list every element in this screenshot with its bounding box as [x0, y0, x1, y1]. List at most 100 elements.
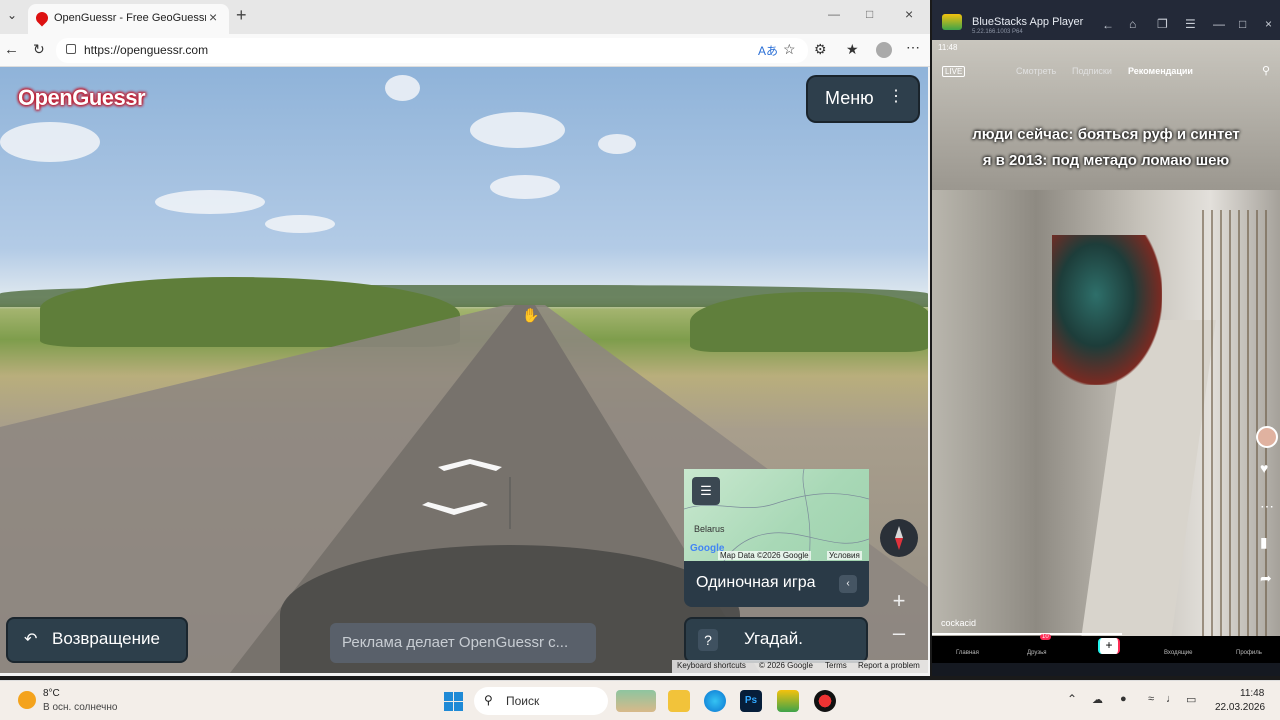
- tiktok-video-screen[interactable]: 11:48 LIVE Смотреть Подписки Рекомендаци…: [932, 40, 1280, 663]
- return-button[interactable]: ↶ Возвращение: [8, 619, 186, 661]
- map-terms-link[interactable]: Условия: [827, 551, 862, 560]
- comment-icon[interactable]: ⋯: [1260, 498, 1274, 515]
- guess-help-icon[interactable]: ?: [698, 629, 718, 651]
- hand-cursor-icon: ✋: [522, 307, 540, 323]
- tab-watch[interactable]: Смотреть: [1016, 66, 1056, 76]
- tab-openguessr[interactable]: OpenGuessr - Free GeoGuessr Alte ×: [28, 4, 229, 34]
- weather-sun-icon[interactable]: [18, 691, 36, 709]
- menu-button[interactable]: Меню ⋮: [808, 77, 918, 121]
- street-view-panorama[interactable]: OpenGuessr Меню ⋮ ✋ ☰ Belarus Google Map…: [0, 67, 928, 673]
- url-field[interactable]: https://openguessr.com Aあ ☆: [56, 38, 808, 63]
- phone-status-time: 11:48: [938, 43, 958, 52]
- photoshop-icon[interactable]: Ps: [740, 690, 762, 712]
- ad-banner[interactable]: Реклама делает OpenGuessr с...: [330, 623, 596, 663]
- video-caption-line-1: люди сейчас: бояться руф и синтет: [972, 126, 1240, 143]
- video-rooster: [1052, 235, 1162, 385]
- move-arrows[interactable]: [420, 459, 520, 529]
- clock-date[interactable]: 22.03.2026: [1215, 702, 1265, 713]
- map-settings-icon[interactable]: ☰: [692, 477, 720, 505]
- bookmark-icon[interactable]: ▮: [1260, 534, 1268, 551]
- windows-start-icon[interactable]: [444, 692, 463, 711]
- bluestacks-version: 5.22.166.1003 P64: [972, 29, 1023, 35]
- red-circle-app-icon[interactable]: [814, 690, 836, 712]
- clock-time[interactable]: 11:48: [1240, 688, 1264, 699]
- google-footer: Keyboard shortcuts © 2026 Google Terms R…: [672, 660, 928, 673]
- nav-profile[interactable]: Профиль: [1236, 650, 1262, 656]
- nav-friends[interactable]: Друзья: [1027, 650, 1046, 656]
- map-country-label: Belarus: [694, 524, 725, 534]
- file-explorer-icon[interactable]: [668, 690, 690, 712]
- video-author[interactable]: cockacid: [941, 618, 976, 628]
- guess-button[interactable]: ? Угадай.: [686, 619, 866, 661]
- guess-minimap[interactable]: ☰ Belarus Google Map Data ©2026 Google У…: [684, 469, 869, 561]
- url-text[interactable]: https://openguessr.com: [84, 43, 208, 57]
- onedrive-icon[interactable]: ☁: [1092, 693, 1103, 706]
- profile-avatar[interactable]: [876, 42, 892, 58]
- back-icon[interactable]: ←: [4, 41, 19, 58]
- bluestacks-app-icon[interactable]: [777, 690, 799, 712]
- volume-icon[interactable]: ♩: [1166, 693, 1177, 705]
- bluestacks-titlebar: BlueStacks App Player 5.22.166.1003 P64 …: [932, 0, 1280, 40]
- window-close-icon[interactable]: ×: [905, 6, 913, 22]
- zoom-in-icon[interactable]: +: [884, 587, 914, 617]
- back-icon[interactable]: ←: [1102, 18, 1114, 32]
- home-icon[interactable]: ⌂: [1129, 17, 1136, 31]
- move-backward-arrow[interactable]: [422, 502, 488, 515]
- widgets-app-icon[interactable]: [616, 690, 656, 712]
- nav-home[interactable]: Главная: [956, 650, 979, 656]
- site-info-icon[interactable]: [66, 44, 76, 54]
- translate-icon[interactable]: Aあ: [758, 42, 778, 59]
- search-icon[interactable]: ⚲: [1262, 64, 1270, 77]
- reload-icon[interactable]: ↻: [33, 41, 45, 58]
- minimize-icon[interactable]: —: [828, 7, 840, 21]
- favorite-star-icon[interactable]: ☆: [783, 41, 796, 58]
- creator-avatar[interactable]: [1256, 426, 1278, 448]
- wifi-icon[interactable]: ≈: [1148, 693, 1154, 705]
- openguessr-logo[interactable]: OpenGuessr: [18, 85, 146, 111]
- collapse-map-icon[interactable]: ‹: [839, 575, 857, 593]
- tray-overflow-icon[interactable]: ⌃: [1067, 692, 1077, 706]
- tab-actions-icon[interactable]: ⌄: [4, 8, 20, 26]
- window-close-icon[interactable]: ×: [1265, 17, 1272, 31]
- create-video-icon[interactable]: +: [1098, 638, 1120, 654]
- address-bar: ← ↻ https://openguessr.com Aあ ☆ ⚙ ★ ⋯: [0, 34, 930, 67]
- maximize-icon[interactable]: □: [866, 7, 873, 21]
- game-mode-panel: Одиночная игра ‹: [684, 561, 869, 607]
- terms-link[interactable]: Terms: [825, 661, 847, 670]
- report-problem-link[interactable]: Report a problem: [858, 661, 920, 670]
- like-icon[interactable]: ♥: [1260, 460, 1268, 476]
- tab-bar: ⌄ OpenGuessr - Free GeoGuessr Alte × + —…: [0, 0, 930, 34]
- tab-subscriptions[interactable]: Подписки: [1072, 66, 1112, 76]
- kebab-icon: ⋮: [888, 88, 904, 105]
- recent-apps-icon[interactable]: ❐: [1157, 17, 1168, 31]
- share-icon[interactable]: ➦: [1260, 570, 1272, 587]
- video-progress-bar[interactable]: [932, 633, 1122, 635]
- ad-label: Реклама делает OpenGuessr с...: [342, 634, 569, 651]
- more-options-icon[interactable]: ⋯: [906, 39, 920, 56]
- favorites-icon[interactable]: ★: [846, 41, 859, 58]
- tab-recommendations[interactable]: Рекомендации: [1128, 66, 1193, 76]
- search-icon: ⚲: [484, 693, 493, 707]
- edge-browser-icon[interactable]: [704, 690, 726, 712]
- browser-window: ⌄ OpenGuessr - Free GeoGuessr Alte × + —…: [0, 0, 930, 676]
- nav-inbox[interactable]: Входящие: [1164, 650, 1192, 656]
- battery-icon[interactable]: ▭: [1186, 693, 1196, 706]
- map-attribution: Map Data ©2026 Google: [718, 551, 811, 560]
- live-button[interactable]: LIVE: [942, 66, 966, 77]
- new-tab-icon[interactable]: +: [236, 5, 247, 26]
- weather-description[interactable]: В осн. солнечно: [43, 702, 117, 713]
- tab-close-icon[interactable]: ×: [209, 9, 217, 25]
- zoom-out-icon[interactable]: –: [884, 619, 914, 649]
- compass-icon[interactable]: [880, 519, 918, 557]
- keyboard-shortcuts-link[interactable]: Keyboard shortcuts: [677, 661, 746, 670]
- weather-temperature[interactable]: 8°C: [43, 688, 60, 699]
- minimize-icon[interactable]: —: [1213, 17, 1225, 31]
- taskbar-search[interactable]: ⚲ Поиск: [474, 687, 608, 715]
- hamburger-menu-icon[interactable]: ☰: [1185, 17, 1196, 31]
- tab-title: OpenGuessr - Free GeoGuessr Alte: [54, 12, 206, 24]
- microphone-icon[interactable]: ●: [1120, 693, 1127, 705]
- bluestacks-window: BlueStacks App Player 5.22.166.1003 P64 …: [932, 0, 1280, 676]
- extensions-icon[interactable]: ⚙: [814, 41, 827, 58]
- maximize-icon[interactable]: □: [1239, 17, 1246, 31]
- move-forward-arrow[interactable]: [438, 459, 502, 471]
